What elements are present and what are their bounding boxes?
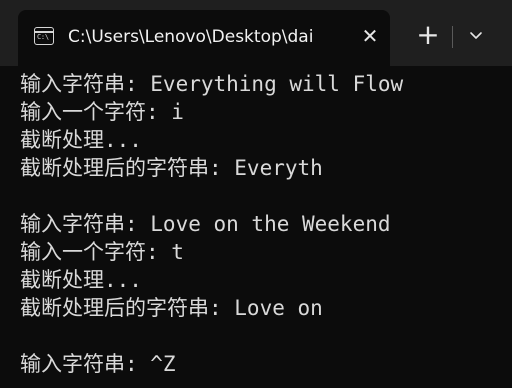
terminal-line: 输入字符串: ^Z [20,352,176,376]
terminal-output[interactable]: 输入字符串: Everything will Flow 输入一个字符: i 截断… [0,66,512,388]
close-tab-button[interactable]: ✕ [358,24,382,48]
tab-separator [452,26,453,48]
terminal-tab[interactable]: C:\ C:\Users\Lenovo\Desktop\dai ✕ [18,10,390,66]
terminal-window: C:\ C:\Users\Lenovo\Desktop\dai ✕ + 输入字符… [0,0,512,388]
command-prompt-icon: C:\ [34,27,54,45]
terminal-line: 输入字符串: Everything will Flow [20,72,404,96]
terminal-line: 输入一个字符: t [20,240,184,264]
terminal-line: 截断处理... [20,128,142,152]
chevron-down-icon[interactable] [462,22,490,50]
title-bar: C:\ C:\Users\Lenovo\Desktop\dai ✕ + [0,0,512,66]
terminal-line: 截断处理后的字符串: Everyth [20,156,323,180]
tab-title: C:\Users\Lenovo\Desktop\dai [68,27,314,47]
new-tab-button[interactable]: + [414,21,442,50]
terminal-line: 截断处理后的字符串: Love on [20,296,323,320]
terminal-line: 输入一个字符: i [20,100,184,124]
terminal-line: 输入字符串: Love on the Weekend [20,212,391,236]
terminal-line: 截断处理... [20,268,142,292]
